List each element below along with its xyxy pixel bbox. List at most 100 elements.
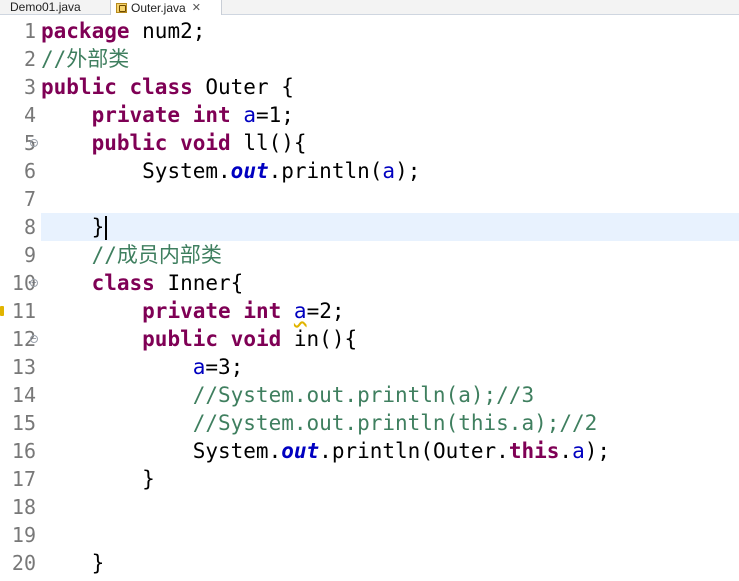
code-token: this [508, 439, 560, 463]
code-editor[interactable]: 1 2 3 4 5 6 7 8 9 10 11 12 13 14 15 16 1… [0, 17, 739, 581]
code-token: ); [395, 159, 421, 183]
code-line-4: private int a=1; [41, 101, 739, 129]
line-number: 2 [23, 47, 36, 71]
code-comment: //外部类 [41, 47, 130, 71]
code-token: Inner{ [154, 271, 244, 295]
code-line-3: public class Outer { [41, 73, 739, 101]
code-token: void [230, 327, 282, 351]
code-token: } [91, 215, 105, 239]
code-field: a [243, 103, 256, 127]
line-number: 16 [11, 439, 36, 463]
code-token: int [243, 299, 282, 323]
code-line-20: } [41, 549, 739, 577]
line-number: 13 [11, 355, 36, 379]
code-token: .println(Outer. [319, 439, 509, 463]
tab-outer[interactable]: Outer.java ✕ [110, 0, 222, 15]
code-field: a [572, 439, 585, 463]
code-line-14: //System.out.println(a);//3 [41, 381, 739, 409]
code-token: .println( [268, 159, 383, 183]
code-comment: //System.out.println(this.a);//2 [192, 411, 598, 435]
code-token: Outer { [192, 75, 294, 99]
code-line-15: //System.out.println(this.a);//2 [41, 409, 739, 437]
code-token: ll(){ [230, 131, 307, 155]
code-token: class [91, 271, 155, 295]
code-token: =2; [306, 299, 345, 323]
close-tab-icon[interactable]: ✕ [192, 2, 201, 14]
code-token: class [129, 75, 193, 99]
line-number: 7 [23, 187, 36, 211]
code-token: private [91, 103, 181, 127]
code-token: package [41, 19, 130, 43]
code-token: in(){ [281, 327, 358, 351]
line-number: 6 [23, 159, 36, 183]
code-token: . [559, 439, 573, 463]
line-number: 8 [23, 215, 36, 239]
tab-demo01[interactable]: Demo01.java [0, 0, 108, 14]
code-token: System. [192, 439, 282, 463]
code-line-9: //成员内部类 [41, 241, 739, 269]
fold-toggle-icon[interactable]: − [30, 279, 38, 287]
line-number: 17 [11, 467, 36, 491]
code-token: } [142, 467, 155, 491]
code-line-12: public void in(){ [41, 325, 739, 353]
text-caret [105, 216, 108, 240]
code-line-2: //外部类 [41, 45, 739, 73]
fold-toggle-icon[interactable]: − [30, 139, 38, 147]
line-number: 9 [23, 243, 36, 267]
code-token: ); [584, 439, 611, 463]
code-line-17: } [41, 465, 739, 493]
code-static-field: out [281, 439, 320, 463]
code-token: =3; [205, 355, 244, 379]
line-number: 19 [11, 523, 36, 547]
line-number: 15 [11, 411, 36, 435]
warning-marker-icon[interactable] [0, 306, 4, 316]
tab-outer-label: Outer.java [131, 0, 186, 15]
line-number: 4 [23, 103, 36, 127]
code-token: public [91, 131, 168, 155]
line-number: 20 [11, 551, 36, 575]
code-token: public [41, 75, 117, 99]
code-token: void [180, 131, 231, 155]
line-number: 18 [11, 495, 36, 519]
fold-toggle-icon[interactable]: − [30, 335, 38, 343]
line-number: 1 [23, 19, 36, 43]
code-line-13: a=3; [41, 353, 739, 381]
code-token: private [142, 299, 231, 323]
java-file-icon [116, 2, 127, 13]
code-field: a [192, 355, 206, 379]
line-number: 3 [23, 75, 36, 99]
editor-tab-bar: Demo01.java Outer.java ✕ [0, 0, 739, 15]
code-line-8: } [41, 213, 739, 241]
code-comment: //System.out.println(a);//3 [192, 383, 535, 407]
code-token: num2; [129, 19, 206, 43]
code-line-10: class Inner{ [41, 269, 739, 297]
code-static-field: out [230, 159, 269, 183]
code-field: a [382, 159, 396, 183]
code-line-11: private int a=2; [41, 297, 739, 325]
code-field-warning[interactable]: a [294, 299, 307, 323]
code-token: } [91, 551, 105, 575]
code-line-5: public void ll(){ [41, 129, 739, 157]
code-line-6: System.out.println(a); [41, 157, 739, 185]
code-line-16: System.out.println(Outer.this.a); [41, 437, 739, 465]
tab-demo01-label: Demo01.java [10, 0, 81, 14]
code-token: public [142, 327, 219, 351]
line-number: 14 [11, 383, 36, 407]
code-line-1: package num2; [41, 17, 739, 45]
code-token: =1; [256, 103, 294, 127]
code-comment: //成员内部类 [91, 243, 222, 267]
